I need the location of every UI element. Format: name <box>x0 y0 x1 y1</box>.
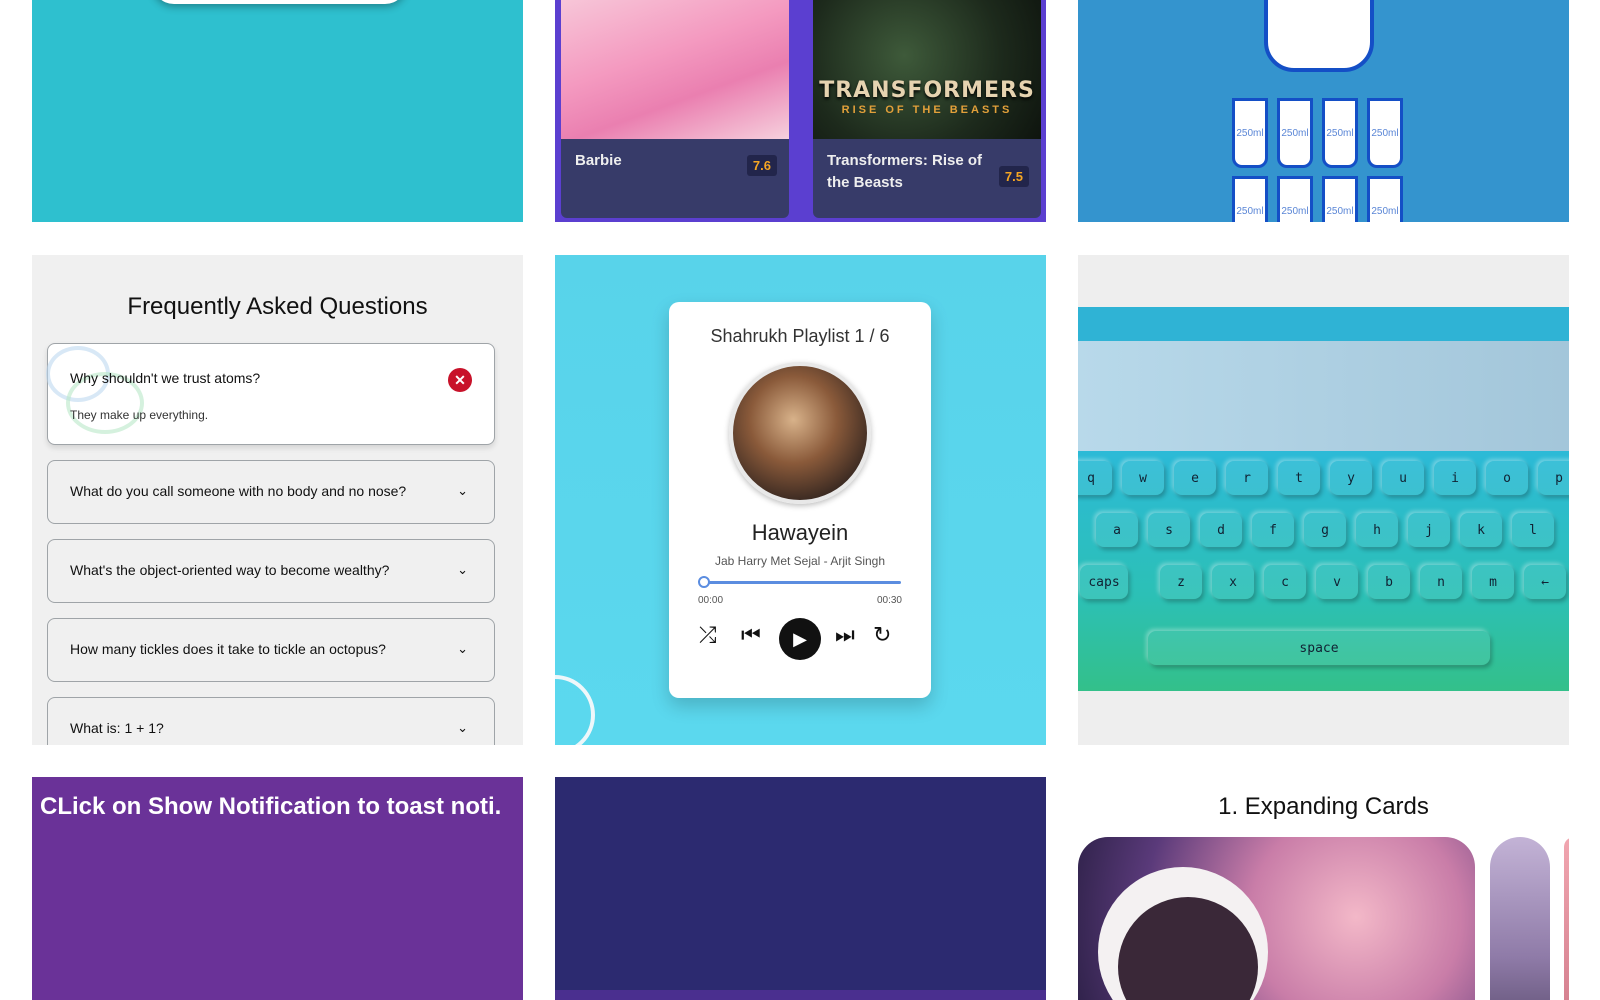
faq-question: How many tickles does it take to tickle … <box>70 641 386 657</box>
space-key[interactable]: space <box>1148 631 1490 665</box>
navy-demo-tile <box>555 777 1046 1000</box>
faq-item[interactable]: What is: 1 + 1? ⌄ <box>47 697 495 745</box>
chevron-down-icon[interactable]: ⌄ <box>457 720 468 736</box>
key-g[interactable]: g <box>1304 513 1346 547</box>
keyboard-textarea[interactable] <box>1078 341 1569 451</box>
cards-heading: 1. Expanding Cards <box>1218 793 1429 820</box>
key-caps[interactable]: caps <box>1080 565 1128 599</box>
progress-track[interactable] <box>701 581 901 584</box>
poster-title: TRANSFORMERS <box>819 78 1035 103</box>
expanding-cards-tile: 1. Expanding Cards <box>1078 777 1569 1000</box>
small-cup[interactable]: 250ml <box>1232 98 1268 168</box>
key-d[interactable]: d <box>1200 513 1242 547</box>
movie-poster: TRANSFORMERS RISE OF THE BEASTS <box>813 0 1041 139</box>
key-b[interactable]: b <box>1368 565 1410 599</box>
toast-notification-tile: CLick on Show Notification to toast noti… <box>32 777 523 1000</box>
key-x[interactable]: x <box>1212 565 1254 599</box>
key-s[interactable]: s <box>1148 513 1190 547</box>
faq-tile: Frequently Asked Questions Why shouldn't… <box>32 255 523 745</box>
virtual-keyboard-tile: space q w e r t y u i o p a s d f g h j k l caps z x c v b n m ← <box>1078 255 1569 745</box>
key-v[interactable]: v <box>1316 565 1358 599</box>
key-y[interactable]: y <box>1330 461 1372 495</box>
toast-instruction: CLick on Show Notification to toast noti… <box>40 793 502 820</box>
key-f[interactable]: f <box>1252 513 1294 547</box>
faq-question: What is: 1 + 1? <box>70 720 164 736</box>
faq-item-open[interactable]: Why shouldn't we trust atoms? They make … <box>46 343 495 445</box>
key-q[interactable]: q <box>1078 461 1112 495</box>
key-l[interactable]: l <box>1512 513 1554 547</box>
small-cup[interactable]: 250ml <box>1322 176 1358 222</box>
faq-item[interactable]: How many tickles does it take to tickle … <box>47 618 495 682</box>
song-title: Hawayein <box>751 520 849 545</box>
key-j[interactable]: j <box>1408 513 1450 547</box>
chevron-down-icon[interactable]: ⌄ <box>457 641 468 657</box>
key-k[interactable]: k <box>1460 513 1502 547</box>
faq-item[interactable]: What's the object-oriented way to become… <box>47 539 495 603</box>
key-m[interactable]: m <box>1472 565 1514 599</box>
key-r[interactable]: r <box>1226 461 1268 495</box>
poster-subtitle: RISE OF THE BEASTS <box>841 104 1013 116</box>
keyboard-body: space q w e r t y u i o p a s d f g h j k l caps z x c v b n m ← <box>1078 451 1569 691</box>
faq-question: What do you call someone with no body an… <box>70 483 407 499</box>
current-time: 00:00 <box>698 595 724 606</box>
small-cup[interactable]: 250ml <box>1277 176 1313 222</box>
progress-knob[interactable] <box>698 576 710 588</box>
movie-app-tile: Barbie 7.6 TRANSFORMERS RISE OF THE BEAS… <box>555 0 1046 222</box>
teal-demo-tile <box>32 0 523 222</box>
water-tracker-tile: 250ml 250ml 250ml 250ml 250ml 250ml 250m… <box>1078 0 1569 222</box>
movie-title: Transformers: Rise of the Beasts <box>827 152 983 191</box>
shuffle-icon[interactable]: ⤮ <box>699 622 717 648</box>
headphone-cord <box>555 675 595 745</box>
song-artist: Jab Harry Met Sejal - Arjit Singh <box>714 554 886 568</box>
small-cup[interactable]: 250ml <box>1232 176 1268 222</box>
key-w[interactable]: w <box>1122 461 1164 495</box>
key-a[interactable]: a <box>1096 513 1138 547</box>
play-button[interactable]: ▶ <box>779 618 821 660</box>
bottom-stripe <box>555 990 1046 1000</box>
key-u[interactable]: u <box>1382 461 1424 495</box>
key-i[interactable]: i <box>1434 461 1476 495</box>
repeat-icon[interactable]: ↻ <box>873 622 891 648</box>
key-n[interactable]: n <box>1420 565 1462 599</box>
chevron-down-icon[interactable]: ⌄ <box>457 562 468 578</box>
music-player-card: Shahrukh Playlist 1 / 6 Hawayein Jab Har… <box>669 302 931 698</box>
next-icon[interactable]: ⏭ <box>835 622 855 648</box>
key-c[interactable]: c <box>1264 565 1306 599</box>
chevron-down-icon[interactable]: ⌄ <box>457 483 468 499</box>
key-e[interactable]: e <box>1174 461 1216 495</box>
small-cup[interactable]: 250ml <box>1322 98 1358 168</box>
faq-answer: They make up everything. <box>70 408 209 422</box>
small-cup[interactable]: 250ml <box>1367 176 1403 222</box>
input-pill[interactable] <box>152 0 407 4</box>
small-cup[interactable]: 250ml <box>1277 98 1313 168</box>
expanding-card-active[interactable] <box>1078 837 1475 1000</box>
faq-heading: Frequently Asked Questions <box>127 293 428 320</box>
keyboard-header <box>1078 307 1569 341</box>
faq-question: What's the object-oriented way to become… <box>70 562 390 578</box>
movie-card[interactable]: TRANSFORMERS RISE OF THE BEASTS Transfor… <box>813 0 1041 218</box>
key-backspace[interactable]: ← <box>1524 565 1566 599</box>
previous-icon[interactable]: ⏮ <box>741 622 761 648</box>
expanding-card[interactable] <box>1564 837 1569 1000</box>
movie-poster <box>561 0 789 139</box>
big-cup <box>1264 0 1374 72</box>
playlist-title: Shahrukh Playlist 1 / 6 <box>710 326 890 346</box>
key-o[interactable]: o <box>1486 461 1528 495</box>
key-z[interactable]: z <box>1160 565 1202 599</box>
key-h[interactable]: h <box>1356 513 1398 547</box>
music-player-tile: Shahrukh Playlist 1 / 6 Hawayein Jab Har… <box>555 255 1046 745</box>
movie-title: Barbie <box>575 152 622 169</box>
key-t[interactable]: t <box>1278 461 1320 495</box>
duration: 00:30 <box>876 595 902 606</box>
close-icon[interactable]: ✕ <box>448 368 472 392</box>
movie-card[interactable]: Barbie 7.6 <box>561 0 789 218</box>
expanding-card[interactable] <box>1490 837 1550 1000</box>
movie-rating: 7.6 <box>746 155 777 176</box>
small-cup[interactable]: 250ml <box>1367 98 1403 168</box>
faq-question: Why shouldn't we trust atoms? <box>70 370 261 386</box>
key-p[interactable]: p <box>1538 461 1569 495</box>
album-art <box>729 362 871 504</box>
movie-rating: 7.5 <box>998 166 1029 187</box>
faq-item[interactable]: What do you call someone with no body an… <box>47 460 495 524</box>
